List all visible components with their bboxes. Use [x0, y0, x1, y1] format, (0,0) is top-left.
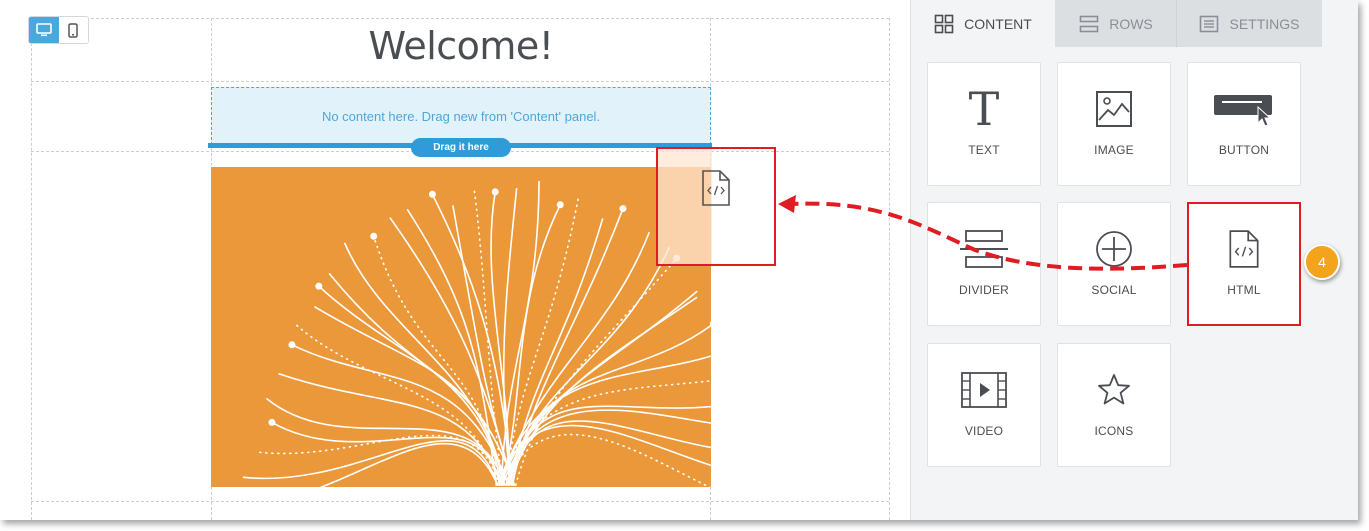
- app-window: Welcome! No content here. Drag new from …: [0, 0, 1358, 520]
- tab-settings[interactable]: SETTINGS: [1177, 0, 1322, 47]
- empty-row-dropzone[interactable]: No content here. Drag new from 'Content'…: [211, 87, 711, 145]
- tile-video[interactable]: VIDEO: [927, 343, 1041, 467]
- illustration-node: [428, 190, 436, 198]
- rows-icon: [1079, 15, 1099, 32]
- illustration-strand: [242, 440, 499, 486]
- tile-label: VIDEO: [964, 424, 1004, 438]
- illustration-strand: [515, 257, 678, 486]
- illustration-strand: [502, 187, 518, 486]
- illustration-node: [370, 232, 378, 240]
- illustration-strand: [510, 207, 624, 486]
- device-toggle: [28, 16, 89, 44]
- illustration-strand: [511, 324, 711, 486]
- tile-divider[interactable]: DIVIDER: [927, 202, 1041, 326]
- tile-button[interactable]: BUTTON: [1187, 62, 1301, 186]
- html-file-icon: [702, 170, 730, 206]
- guide-line: [31, 18, 32, 520]
- panel-tabs: CONTENT ROWS SETTINGS: [911, 0, 1322, 47]
- step-badge: 4: [1304, 244, 1340, 280]
- tile-image[interactable]: IMAGE: [1057, 62, 1171, 186]
- dragged-html-block: [656, 147, 776, 266]
- illustration-strand: [505, 246, 670, 486]
- illustration-node: [268, 418, 276, 426]
- illustration-strand: [499, 405, 711, 486]
- guide-line: [889, 18, 890, 520]
- illustration-strand: [319, 442, 499, 487]
- drag-target-pill: Drag it here: [411, 138, 511, 157]
- tile-icons[interactable]: ICONS: [1057, 343, 1171, 467]
- desktop-icon: [35, 23, 52, 37]
- mobile-view-button[interactable]: [59, 17, 89, 43]
- tab-label: CONTENT: [964, 15, 1032, 32]
- tile-label: IMAGE: [1094, 143, 1134, 157]
- tile-label: TEXT: [968, 143, 1000, 157]
- illustration-node: [556, 201, 564, 209]
- email-heading[interactable]: Welcome!: [212, 24, 710, 68]
- tile-label: BUTTON: [1218, 143, 1270, 157]
- tile-text[interactable]: T TEXT: [927, 62, 1041, 186]
- divider-icon: [928, 225, 1040, 273]
- guide-line: [31, 81, 889, 82]
- guide-line: [31, 501, 889, 502]
- html-tile-highlight: [1187, 202, 1301, 326]
- email-canvas: Welcome! No content here. Drag new from …: [0, 0, 910, 520]
- grid-icon: [934, 14, 954, 33]
- illustration-node: [288, 341, 296, 349]
- tab-label: SETTINGS: [1229, 15, 1300, 32]
- tile-label: DIVIDER: [958, 283, 1010, 297]
- tab-rows[interactable]: ROWS: [1056, 0, 1177, 47]
- desktop-view-button[interactable]: [29, 17, 59, 43]
- illustration-node: [619, 205, 627, 213]
- tile-label: SOCIAL: [1091, 283, 1137, 297]
- dropzone-message: No content here. Drag new from 'Content'…: [321, 109, 601, 124]
- video-icon: [928, 366, 1040, 414]
- settings-list-icon: [1200, 15, 1219, 32]
- text-icon: T: [968, 82, 1000, 136]
- image-icon: [1058, 85, 1170, 133]
- brain-illustration: [242, 180, 711, 487]
- illustration-node: [315, 282, 323, 290]
- illustration-strand: [502, 433, 711, 487]
- hero-image[interactable]: [211, 167, 711, 487]
- tile-social[interactable]: SOCIAL: [1057, 202, 1171, 326]
- button-icon: [1188, 85, 1300, 133]
- illustration-strand: [278, 373, 504, 486]
- guide-line: [31, 18, 889, 19]
- mobile-icon: [68, 22, 78, 38]
- star-icon: [1058, 366, 1170, 414]
- tile-label: ICONS: [1094, 424, 1134, 438]
- tab-content[interactable]: CONTENT: [911, 0, 1056, 47]
- illustration-strand: [291, 344, 509, 486]
- social-icon: [1058, 225, 1170, 273]
- illustration-node: [491, 188, 499, 196]
- tab-label: ROWS: [1109, 15, 1153, 32]
